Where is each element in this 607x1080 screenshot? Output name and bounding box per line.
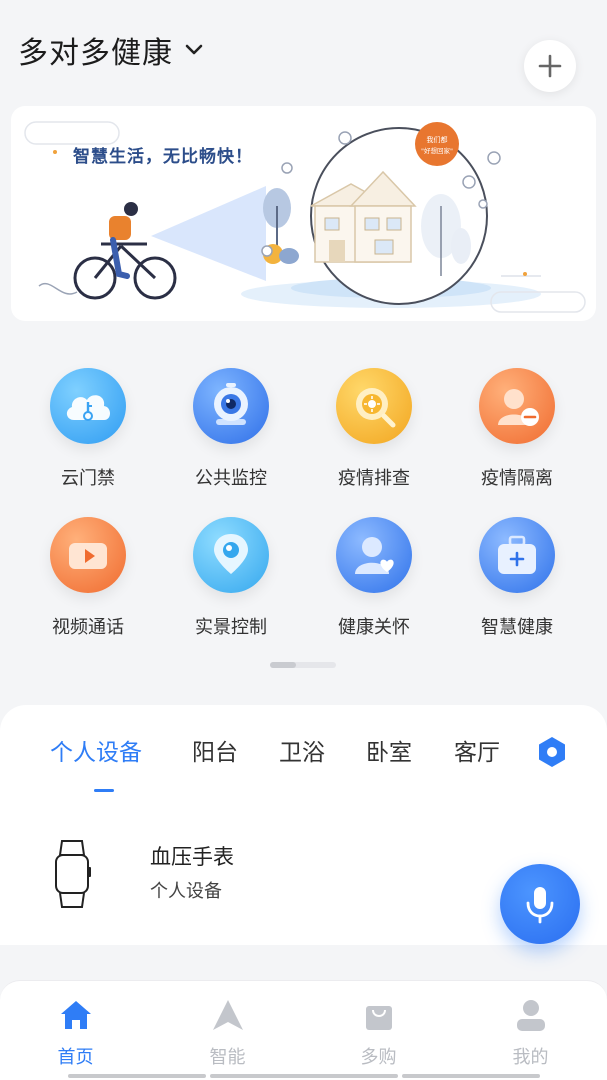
person-minus-icon [479, 368, 555, 444]
nav-shop[interactable]: 多购 [303, 981, 454, 1080]
service-smart-health[interactable]: 智慧健康 [447, 517, 587, 657]
home-indicator-segment [210, 1074, 398, 1078]
banner-badge-line1: 我们都 [427, 135, 448, 144]
service-label: 公共监控 [195, 468, 267, 489]
plus-icon [538, 54, 562, 78]
voice-button[interactable] [500, 864, 580, 944]
search-virus-icon [336, 368, 412, 444]
cloud-key-icon [50, 368, 126, 444]
service-label: 实景控制 [195, 617, 267, 638]
watch-icon [55, 840, 91, 908]
service-epidemic-isolation[interactable]: 疫情隔离 [447, 368, 587, 508]
service-video-call[interactable]: 视频通话 [18, 517, 158, 657]
service-label: 云门禁 [61, 468, 115, 489]
nav-label: 智能 [209, 1047, 246, 1068]
home-icon [58, 997, 94, 1033]
service-health-care[interactable]: 健康关怀 [304, 517, 444, 657]
hexagon-settings-icon [539, 737, 565, 767]
room-settings-button[interactable] [533, 733, 571, 771]
user-icon [513, 997, 549, 1033]
tab-bedroom[interactable]: 卧室 [366, 733, 412, 767]
chevron-down-icon [185, 44, 203, 55]
microphone-icon [526, 887, 554, 924]
tab-personal-devices[interactable]: 个人设备 [50, 733, 142, 767]
service-live-control[interactable]: 实景控制 [161, 517, 301, 657]
bottom-nav: 首页 智能 多购 我的 [0, 980, 607, 1080]
service-cloud-access[interactable]: 云门禁 [18, 368, 158, 508]
add-button[interactable] [524, 40, 576, 92]
header: 多对多健康 [0, 0, 607, 100]
banner-badge-line2: "好想回家" [421, 146, 453, 155]
medical-kit-icon [479, 517, 555, 593]
service-label: 疫情排查 [338, 468, 410, 489]
home-name: 多对多健康 [18, 36, 173, 71]
person-heart-icon [336, 517, 412, 593]
tab-balcony[interactable]: 阳台 [192, 733, 238, 767]
nav-label: 我的 [512, 1047, 549, 1068]
banner-illustration: 我们都 "好想回家" [24, 121, 586, 313]
grid-page-indicator [270, 662, 336, 668]
location-eye-icon [193, 517, 269, 593]
home-indicator-segment [68, 1074, 206, 1078]
nav-mine[interactable]: 我的 [455, 981, 606, 1080]
service-grid: 云门禁 公共监控 疫情排查 疫情隔离 视频通话 实景控制 健康关怀 智慧健康 [0, 360, 607, 650]
navigation-arrow-icon [210, 997, 246, 1033]
service-label: 健康关怀 [338, 617, 410, 638]
video-call-icon [50, 517, 126, 593]
nav-home[interactable]: 首页 [0, 981, 151, 1080]
home-indicator-segment [402, 1074, 540, 1078]
nav-label: 首页 [57, 1047, 94, 1068]
nav-label: 多购 [360, 1047, 397, 1068]
tab-bathroom[interactable]: 卫浴 [279, 733, 325, 767]
service-label: 疫情隔离 [481, 468, 553, 489]
active-tab-indicator [94, 789, 114, 792]
device-room: 个人设备 [150, 881, 222, 902]
banner-slogan: 智慧生活，无比畅快！ [73, 147, 253, 167]
home-selector[interactable]: 多对多健康 [18, 28, 205, 72]
nav-smart[interactable]: 智能 [152, 981, 303, 1080]
page-indicator-active [270, 662, 296, 668]
camera-icon [193, 368, 269, 444]
service-epidemic-check[interactable]: 疫情排查 [304, 368, 444, 508]
room-tabs: 个人设备 阳台 卫浴 卧室 客厅 [0, 733, 607, 773]
promo-banner[interactable]: 我们都 "好想回家" 智慧生活，无比畅快！ [11, 106, 596, 321]
shopping-bag-icon [361, 997, 397, 1033]
service-public-monitor[interactable]: 公共监控 [161, 368, 301, 508]
tab-living-room[interactable]: 客厅 [454, 733, 500, 767]
device-name: 血压手表 [150, 845, 234, 869]
service-label: 视频通话 [52, 617, 124, 638]
service-label: 智慧健康 [481, 617, 553, 638]
